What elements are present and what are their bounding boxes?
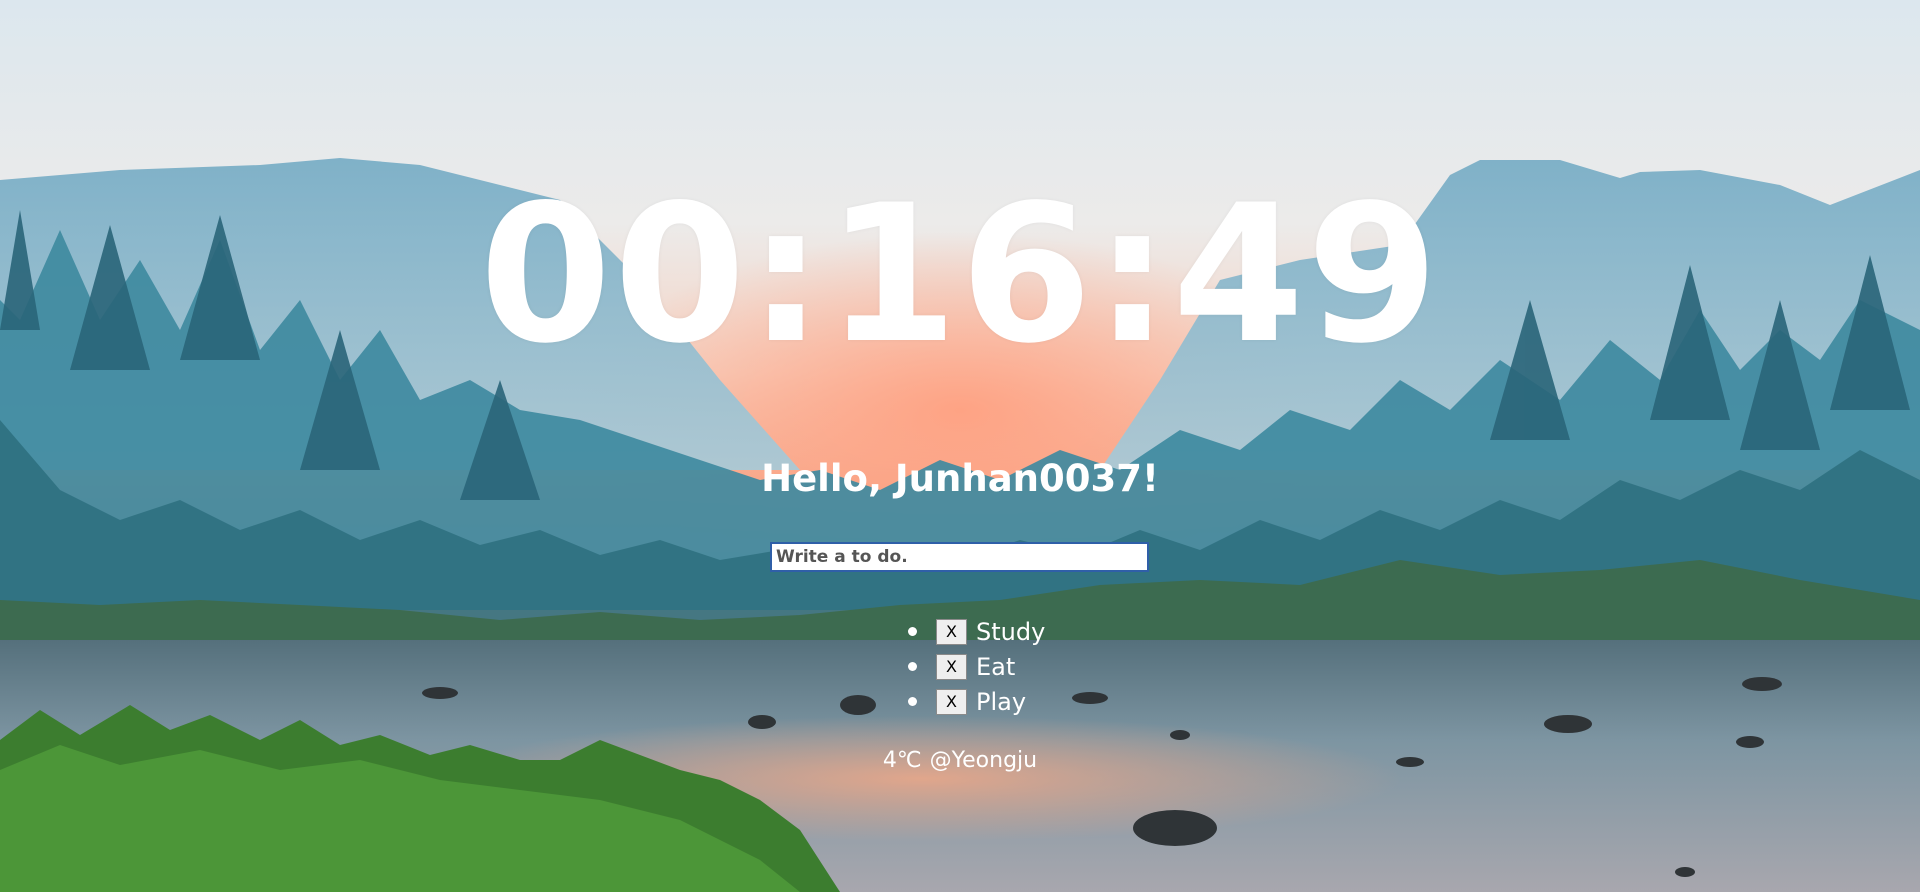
weather-info: 4℃ @Yeongju bbox=[0, 746, 1920, 776]
todo-item: X Study bbox=[908, 614, 1045, 649]
todo-input[interactable] bbox=[770, 542, 1149, 572]
greeting: Hello, Junhan0037! bbox=[761, 457, 1159, 500]
main-content: 00:16:49 Hello, Junhan0037! X Study X Ea… bbox=[0, 0, 1920, 892]
todo-form bbox=[770, 542, 1149, 572]
clock: 00:16:49 bbox=[479, 164, 1441, 385]
bullet-icon bbox=[908, 662, 917, 671]
todo-item: X Eat bbox=[908, 649, 1045, 684]
todo-text: Play bbox=[976, 687, 1027, 716]
delete-todo-button[interactable]: X bbox=[936, 653, 967, 680]
todo-text: Study bbox=[976, 617, 1046, 646]
weather-location: @Yeongju bbox=[929, 748, 1038, 773]
delete-todo-button[interactable]: X bbox=[936, 688, 967, 715]
bullet-icon bbox=[908, 697, 917, 706]
delete-todo-button[interactable]: X bbox=[936, 618, 967, 645]
todo-text: Eat bbox=[976, 652, 1016, 681]
bullet-icon bbox=[908, 627, 917, 636]
todo-item: X Play bbox=[908, 684, 1045, 719]
todo-list: X Study X Eat X Play bbox=[908, 614, 1045, 719]
weather-temperature: 4℃ bbox=[882, 748, 922, 773]
